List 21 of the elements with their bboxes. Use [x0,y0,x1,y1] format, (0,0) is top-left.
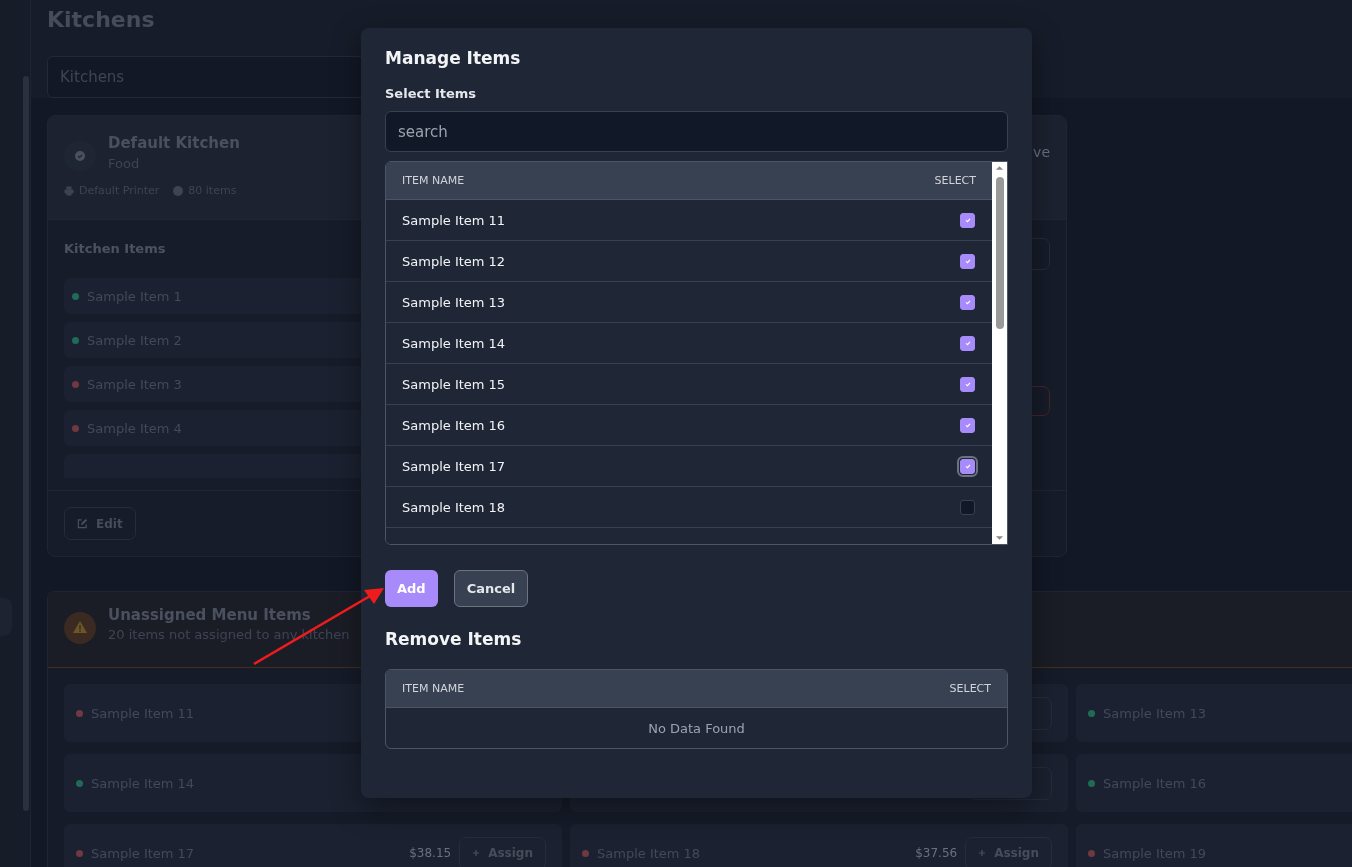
column-header: ITEM NAME [402,682,465,695]
status-label: ve [1033,143,1050,162]
empty-message: No Data Found [647,719,746,738]
field-label: Select Items [385,86,478,101]
item-price: $38.15 [409,846,452,860]
table-cell: Sample Item 13 [402,294,506,310]
dialog-title: Manage Items [385,48,522,68]
table-cell: Sample Item 16 [402,417,506,433]
table-cell: Sample Item 11 [402,212,506,228]
section-title: Remove Items [385,629,523,649]
table-cell: Sample Item 15 [402,376,506,392]
section-title: Kitchen Items [64,241,166,256]
table-cell: Sample Item 14 [402,335,506,351]
column-header: SELECT [949,682,991,695]
table-cell: Sample Item 18 [402,499,506,515]
section-title: Unassigned Menu Items [108,606,312,624]
column-header: ITEM NAME [402,174,465,187]
item-price: $37.56 [915,846,958,860]
table-cell: Sample Item 12 [402,253,506,269]
table-cell: Sample Item 17 [402,458,506,474]
column-header: SELECT [934,174,976,187]
